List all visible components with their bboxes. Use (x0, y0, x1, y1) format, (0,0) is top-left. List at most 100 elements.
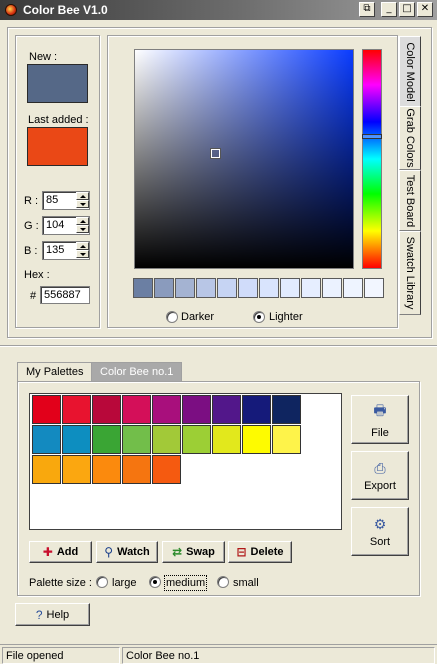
g-value[interactable]: 104 (46, 219, 64, 231)
palette-color-cell[interactable] (212, 425, 241, 454)
palette-color-cell[interactable] (32, 395, 61, 424)
g-label: G : (24, 220, 39, 232)
shade-swatch[interactable] (364, 278, 384, 298)
palette-color-cell[interactable] (242, 425, 271, 454)
close-button[interactable]: ✕ (417, 2, 433, 17)
small-radio[interactable] (217, 576, 229, 588)
palette-color-cell[interactable] (152, 425, 181, 454)
b-label: B : (24, 245, 38, 257)
hex-input[interactable]: 556887 (40, 286, 90, 304)
file-icon: 🖶 (373, 402, 387, 418)
shade-swatch[interactable] (133, 278, 153, 298)
g-spinner[interactable]: 104 (42, 216, 90, 235)
r-label: R : (24, 195, 39, 207)
new-color-swatch (27, 64, 88, 103)
watch-button[interactable]: ⚲ Watch (96, 541, 158, 563)
maximize-button[interactable]: □ (399, 2, 415, 17)
saturation-value-picker[interactable] (134, 49, 354, 269)
shade-swatch[interactable] (322, 278, 342, 298)
small-label: small (233, 577, 259, 589)
file-button[interactable]: 🖶 File (351, 395, 409, 444)
palette-color-cell[interactable] (242, 395, 271, 424)
lighter-label: Lighter (269, 311, 303, 323)
r-down-icon[interactable] (76, 200, 89, 208)
palette-color-cell[interactable] (92, 425, 121, 454)
palette-color-cell[interactable] (92, 455, 121, 484)
palette-color-cell[interactable] (92, 395, 121, 424)
delete-button[interactable]: ⊟ Delete (228, 541, 292, 563)
tab-test-board-label: Test Board (404, 174, 416, 227)
palette-color-cell[interactable] (122, 455, 151, 484)
tab-color-bee-no1[interactable]: Color Bee no.1 (91, 362, 183, 381)
b-up-icon[interactable] (76, 242, 89, 250)
tab-swatch-library-label: Swatch Library (404, 236, 416, 310)
palette-color-cell[interactable] (62, 425, 91, 454)
restore-icon[interactable]: ⧉ (359, 2, 375, 17)
palette-color-cell[interactable] (272, 425, 301, 454)
minimize-button[interactable]: _ (381, 2, 397, 17)
palette-color-cell[interactable] (122, 395, 151, 424)
shade-swatch[interactable] (301, 278, 321, 298)
help-book-icon: ? (35, 607, 43, 622)
r-spinner[interactable]: 85 (42, 191, 90, 210)
add-label: Add (56, 546, 79, 558)
sort-button[interactable]: ⚙ Sort (351, 507, 409, 556)
palette-color-cell[interactable] (182, 395, 211, 424)
tab-swatch-library[interactable]: Swatch Library (399, 231, 421, 315)
shade-swatch[interactable] (196, 278, 216, 298)
shade-swatch[interactable] (175, 278, 195, 298)
shade-swatch[interactable] (259, 278, 279, 298)
export-icon: ⎙ (374, 459, 386, 476)
title-bar: Color Bee V1.0 ⧉ _ □ ✕ (0, 0, 437, 20)
tab-grab-colors[interactable]: Grab Colors (399, 106, 421, 170)
shade-row (133, 278, 384, 298)
palette-color-cell[interactable] (152, 395, 181, 424)
g-up-icon[interactable] (76, 217, 89, 225)
shade-swatch[interactable] (154, 278, 174, 298)
sort-icon: ⚙ (373, 515, 387, 532)
hex-label: Hex : (24, 269, 50, 281)
hue-slider[interactable] (362, 49, 382, 269)
b-value[interactable]: 135 (46, 244, 64, 256)
lighter-radio[interactable] (253, 311, 265, 323)
palette-color-cell[interactable] (182, 425, 211, 454)
palette-color-cell[interactable] (212, 395, 241, 424)
swap-label: Swap (186, 546, 215, 558)
g-down-icon[interactable] (76, 225, 89, 233)
shade-swatch[interactable] (217, 278, 237, 298)
palette-grid[interactable] (29, 393, 342, 530)
palette-size-label: Palette size : (29, 577, 92, 589)
hue-slider-handle[interactable] (362, 134, 382, 139)
tab-color-model[interactable]: Color Model (399, 36, 421, 107)
palette-color-cell[interactable] (32, 455, 61, 484)
status-bar: File opened Color Bee no.1 (0, 644, 437, 664)
swap-icon: ⇄ (172, 545, 183, 559)
shade-swatch[interactable] (343, 278, 363, 298)
window-title: Color Bee V1.0 (23, 3, 108, 17)
swap-button[interactable]: ⇄ Swap (162, 541, 225, 563)
palette-color-cell[interactable] (62, 395, 91, 424)
r-value[interactable]: 85 (46, 194, 58, 206)
palette-color-cell[interactable] (32, 425, 61, 454)
darker-radio[interactable] (166, 311, 178, 323)
medium-radio[interactable] (149, 576, 161, 588)
file-label: File (371, 427, 389, 439)
b-down-icon[interactable] (76, 250, 89, 258)
new-label: New : (29, 51, 58, 63)
picker-cursor[interactable] (210, 148, 221, 159)
palette-color-cell[interactable] (152, 455, 181, 484)
b-spinner[interactable]: 135 (42, 241, 90, 260)
palette-color-cell[interactable] (122, 425, 151, 454)
large-radio[interactable] (96, 576, 108, 588)
shade-swatch[interactable] (280, 278, 300, 298)
shade-swatch[interactable] (238, 278, 258, 298)
tab-my-palettes[interactable]: My Palettes (17, 362, 93, 381)
tab-test-board[interactable]: Test Board (399, 170, 421, 231)
r-up-icon[interactable] (76, 192, 89, 200)
help-button[interactable]: ? Help (15, 603, 90, 626)
palette-color-cell[interactable] (272, 395, 301, 424)
add-button[interactable]: ✚ Add (29, 541, 92, 563)
medium-label: medium (164, 575, 208, 591)
export-button[interactable]: ⎙ Export (351, 451, 409, 500)
palette-color-cell[interactable] (62, 455, 91, 484)
